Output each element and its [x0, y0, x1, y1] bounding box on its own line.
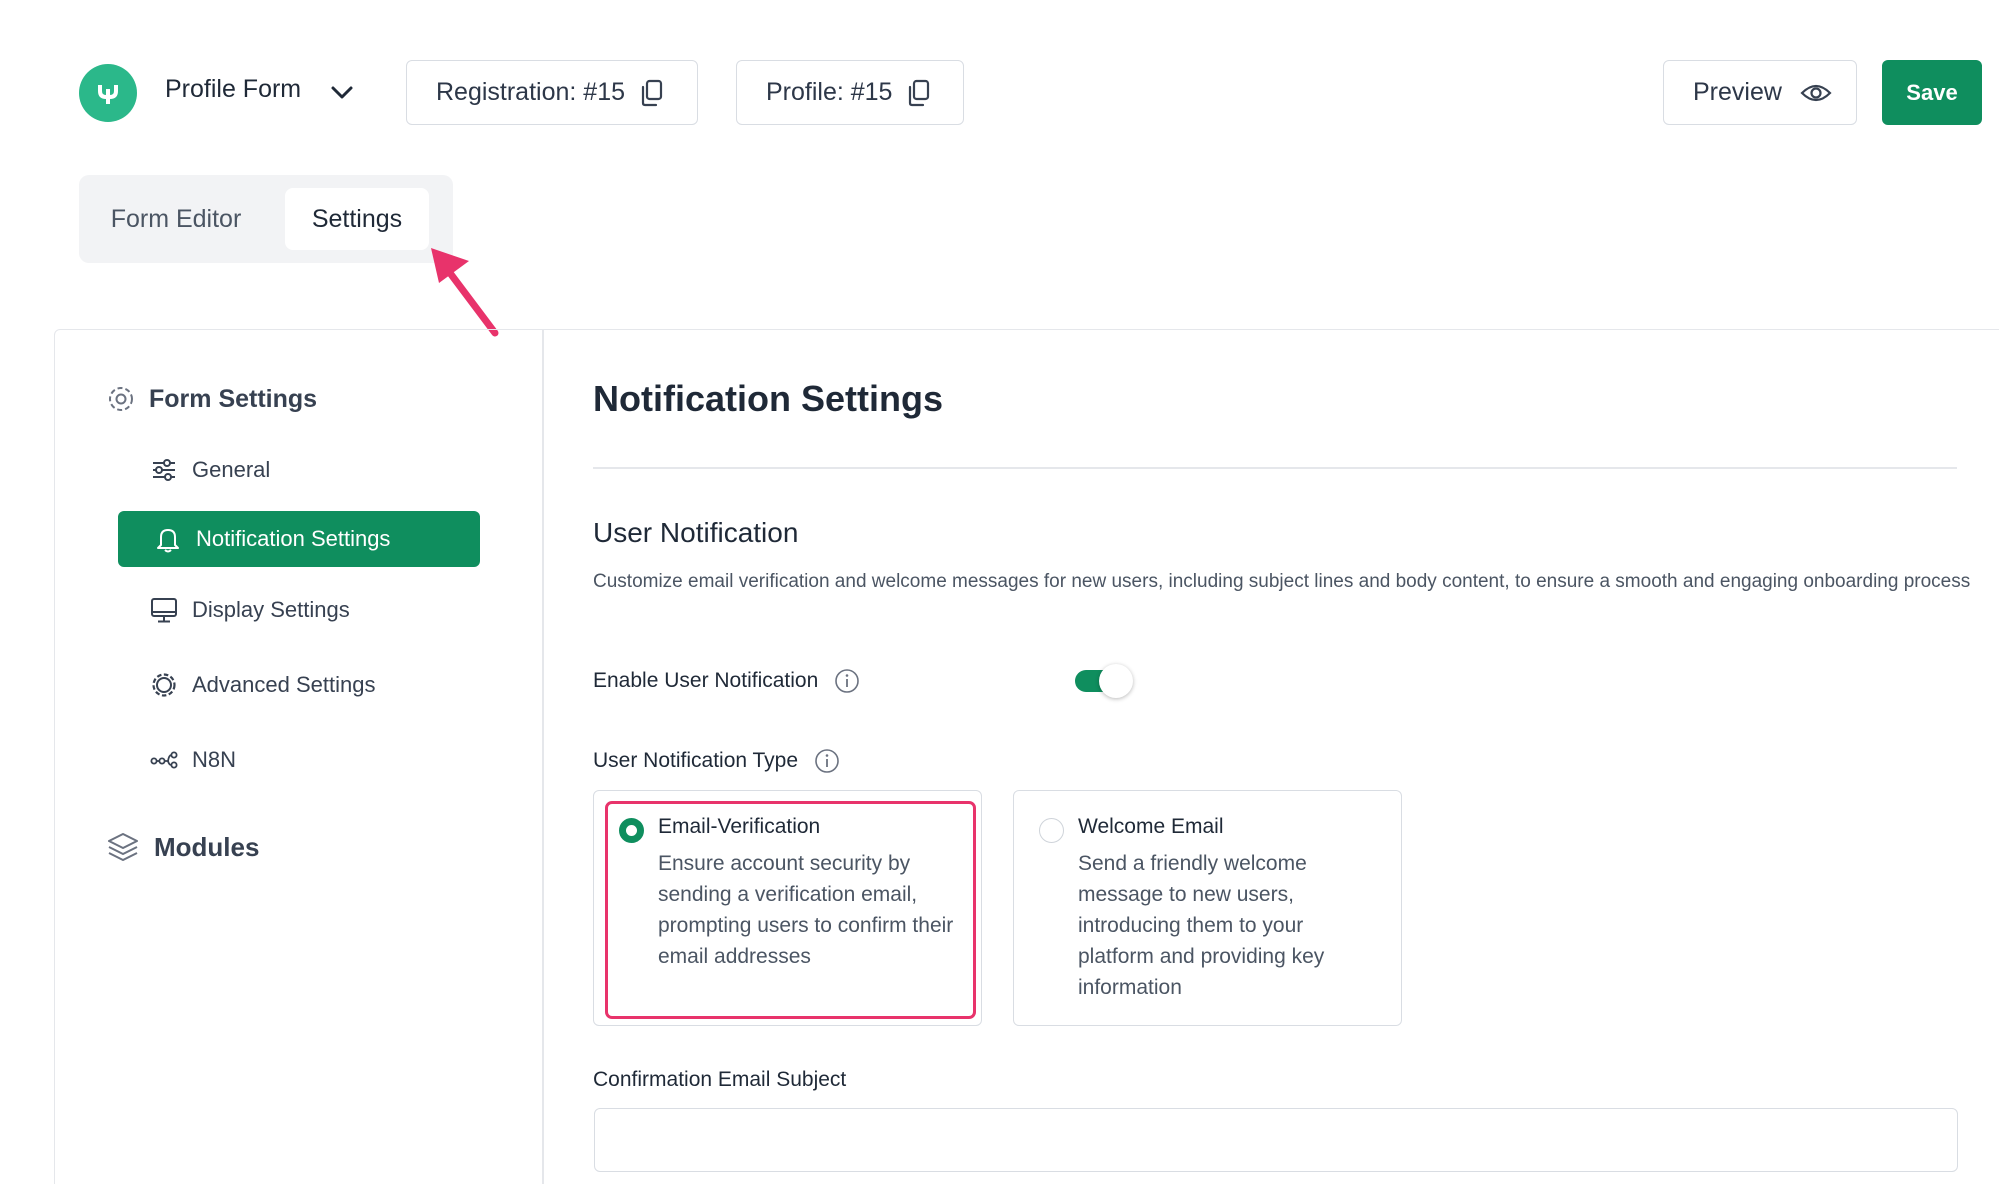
modules-label: Modules	[154, 831, 260, 862]
tab-form-editor[interactable]: Form Editor	[93, 188, 259, 250]
enable-label-text: Enable User Notification	[593, 669, 819, 692]
monitor-icon	[151, 598, 177, 623]
workflow-icon	[150, 751, 178, 769]
info-icon[interactable]	[834, 668, 860, 694]
copy-icon	[641, 79, 663, 106]
copy-icon	[909, 79, 930, 106]
type-label-text: User Notification Type	[593, 749, 799, 772]
section-description: Customize email verification and welcome…	[593, 571, 1971, 592]
toggle-knob	[1099, 664, 1133, 698]
sidebar-item-label: Advanced Settings	[192, 672, 376, 697]
save-button[interactable]: Save	[1882, 60, 1982, 125]
annotation-arrow	[431, 248, 499, 337]
sidebar-item-general[interactable]: General	[118, 442, 480, 498]
gear-icon	[152, 673, 176, 697]
registration-shortcode-label: Registration: #15	[436, 78, 626, 106]
bell-icon	[157, 529, 179, 553]
modules-heading[interactable]: Modules	[106, 830, 259, 864]
enable-user-notification-toggle[interactable]	[1075, 664, 1135, 698]
user-notification-type-label: User Notification Type	[593, 748, 840, 774]
sidebar-item-label: Notification Settings	[196, 526, 391, 551]
eye-icon	[1800, 84, 1832, 101]
editor-tabs: Form Editor Settings	[79, 175, 453, 263]
page-title: Notification Settings	[593, 378, 943, 419]
app-logo	[79, 64, 137, 122]
tab-settings[interactable]: Settings	[285, 188, 429, 250]
confirmation-email-subject-input[interactable]	[594, 1108, 1958, 1172]
form-settings-label: Form Settings	[149, 384, 318, 413]
option-title: Welcome Email	[1078, 815, 1224, 838]
sidebar-item-n8n[interactable]: N8N	[118, 732, 480, 788]
section-title: User Notification	[593, 517, 799, 548]
enable-user-notification-label: Enable User Notification	[593, 668, 860, 694]
form-settings-heading: Form Settings	[105, 383, 317, 415]
annotation-highlight-box	[605, 801, 976, 1019]
layers-icon	[108, 833, 138, 861]
radio-welcome-email[interactable]	[1039, 818, 1064, 843]
preview-label: Preview	[1693, 78, 1782, 106]
sidebar-divider	[542, 330, 544, 1184]
form-title[interactable]: Profile Form	[165, 75, 301, 104]
option-welcome-email[interactable]: Welcome Email Send a friendly welcome me…	[1013, 790, 1402, 1026]
gear-icon	[109, 387, 133, 411]
copy-registration-shortcode-button[interactable]: Registration: #15	[406, 60, 698, 125]
copy-profile-shortcode-button[interactable]: Profile: #15	[736, 60, 964, 125]
subject-label-text: Confirmation Email Subject	[593, 1068, 847, 1091]
preview-button[interactable]: Preview	[1663, 60, 1857, 125]
sidebar-item-display-settings[interactable]: Display Settings	[118, 582, 480, 638]
title-divider	[593, 467, 1957, 469]
logo-mark-icon	[98, 85, 118, 104]
option-description: Send a friendly welcome message to new u…	[1078, 852, 1325, 999]
confirmation-email-subject-label: Confirmation Email Subject	[593, 1068, 846, 1092]
sidebar-item-notification-settings[interactable]: Notification Settings	[118, 511, 480, 567]
sidebar-item-advanced-settings[interactable]: Advanced Settings	[118, 657, 480, 713]
sliders-icon	[153, 459, 175, 481]
sidebar-item-label: Display Settings	[192, 597, 350, 622]
sidebar-item-label: N8N	[192, 747, 237, 772]
chevron-down-icon[interactable]	[327, 78, 357, 108]
info-icon[interactable]	[814, 748, 840, 774]
sidebar-item-label: General	[192, 457, 271, 482]
profile-shortcode-label: Profile: #15	[766, 78, 893, 106]
